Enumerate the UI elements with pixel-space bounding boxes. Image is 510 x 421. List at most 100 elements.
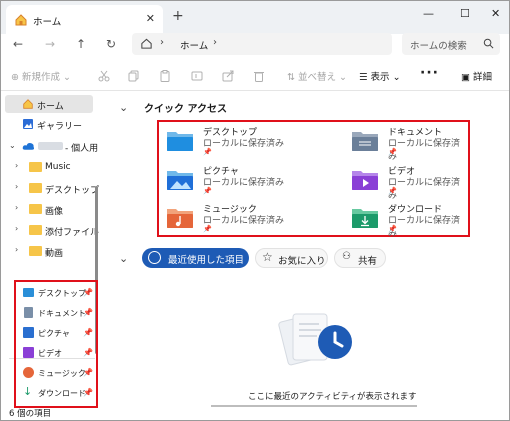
item-status: ローカルに保存済み: [203, 216, 285, 226]
maximize-button[interactable]: ☐: [460, 7, 470, 20]
folder-icon: [29, 204, 42, 214]
music-folder-icon: [167, 209, 193, 228]
chevron-right-icon[interactable]: ›: [160, 37, 164, 48]
desktop-folder-icon: [167, 132, 193, 151]
chevron-right-icon[interactable]: ›: [15, 182, 18, 191]
view-label: 表示: [370, 72, 390, 83]
file-explorer-window: ホーム ✕ + — ☐ ✕ ← → ↑ ↻ › ホーム › ホームの検索 ⊕ 新…: [0, 0, 510, 421]
sidebar-item-label: - 個人用: [65, 144, 99, 154]
chevron-right-icon[interactable]: ›: [15, 161, 18, 170]
address-row: ← → ↑ ↻ › ホーム › ホームの検索: [1, 33, 509, 55]
folder-icon: [29, 246, 42, 256]
details-label: 詳細: [473, 72, 493, 83]
chevron-down-icon[interactable]: ⌄: [119, 101, 128, 114]
chevron-right-icon[interactable]: ›: [213, 37, 217, 48]
delete-icon[interactable]: [252, 69, 266, 83]
quick-access-desktop[interactable]: デスクトップ ローカルに保存済み 📌: [166, 125, 316, 163]
back-arrow-icon[interactable]: ←: [13, 37, 23, 51]
more-options-button[interactable]: ···: [420, 65, 439, 81]
up-arrow-icon[interactable]: ↑: [76, 37, 86, 51]
clock-icon: [148, 251, 161, 264]
cut-icon[interactable]: [97, 69, 111, 83]
pin-icon: 📌: [388, 225, 397, 233]
sidebar-item-label: 画像: [45, 207, 64, 217]
pictures-folder-icon: [167, 171, 193, 190]
people-icon: ⚇: [342, 251, 351, 262]
forward-arrow-icon[interactable]: →: [45, 37, 55, 51]
item-status: ローカルに保存済み: [203, 178, 285, 188]
quick-access-pictures[interactable]: ピクチャ ローカルに保存済み 📌: [166, 164, 316, 202]
downloads-folder-icon: [352, 209, 378, 228]
sidebar-item-music[interactable]: › Music: [5, 158, 93, 176]
quick-access-videos[interactable]: ビデオ ローカルに保存済み 📌: [351, 164, 466, 202]
home-icon: [15, 14, 27, 26]
folder-icon: [29, 225, 42, 235]
tab-home[interactable]: ホーム ✕: [6, 5, 163, 34]
pin-icon: 📌: [388, 187, 397, 195]
cloud-icon: [22, 143, 35, 150]
item-status: ローカルに保存済み: [388, 178, 461, 201]
item-status: ローカルに保存済み: [203, 139, 285, 149]
sort-label: 並べ替え: [297, 72, 336, 83]
tab-recent[interactable]: 最近使用した項目: [142, 248, 249, 268]
sidebar-item-label: ギャラリー: [37, 122, 83, 132]
tab-favorites[interactable]: ☆ お気に入り: [255, 248, 328, 268]
share-icon[interactable]: [221, 69, 235, 83]
address-bar[interactable]: › ホーム ›: [132, 33, 392, 55]
highlight-box-sidebar: [14, 280, 98, 408]
new-tab-icon[interactable]: +: [172, 8, 184, 24]
sidebar-item-label: 動画: [45, 249, 64, 259]
pin-icon: 📌: [203, 148, 212, 156]
quick-access-music[interactable]: ミュージック ローカルに保存済み 📌: [166, 202, 316, 240]
pin-icon: 📌: [203, 225, 212, 233]
sidebar-item-onedrive[interactable]: ⌄ - 個人用: [5, 137, 99, 155]
sidebar-item-home[interactable]: ホーム: [5, 95, 93, 113]
sidebar-item-desktop[interactable]: › デスクトップ: [5, 179, 99, 197]
sidebar-item-label: ホーム: [37, 102, 64, 112]
home-outline-icon: [141, 38, 152, 49]
minimize-button[interactable]: —: [423, 7, 434, 20]
search-placeholder: ホームの検索: [410, 41, 467, 52]
item-status: ローカルに保存済み: [388, 216, 461, 239]
copy-icon[interactable]: [127, 69, 141, 83]
folder-icon: [29, 162, 42, 172]
refresh-icon[interactable]: ↻: [106, 37, 116, 51]
title-bar: ホーム ✕ + — ☐ ✕: [1, 1, 509, 34]
sidebar-item-videos[interactable]: › 動画: [5, 242, 93, 260]
view-button[interactable]: ☰ 表示 ⌄: [359, 69, 401, 83]
chevron-right-icon[interactable]: ›: [15, 203, 18, 212]
tab-shared-label: 共有: [358, 256, 378, 267]
new-button[interactable]: ⊕ 新規作成 ⌄: [11, 69, 71, 83]
status-item-count: 6 個の項目: [9, 409, 52, 419]
details-pane-button[interactable]: ▣ 詳細: [461, 69, 492, 83]
sort-button[interactable]: ⇅ 並べ替え ⌄: [287, 69, 347, 83]
quick-access-documents[interactable]: ドキュメント ローカルに保存済み 📌: [351, 125, 466, 163]
gallery-icon: [23, 119, 33, 129]
star-icon: ☆: [262, 250, 273, 264]
tab-recent-label: 最近使用した項目: [168, 255, 245, 266]
close-button[interactable]: ✕: [491, 7, 500, 20]
chevron-right-icon[interactable]: ›: [15, 224, 18, 233]
sidebar-item-label: 添付ファイル: [45, 228, 100, 238]
breadcrumb-home[interactable]: ホーム: [180, 38, 208, 52]
search-input[interactable]: ホームの検索: [402, 33, 500, 55]
sidebar-item-gallery[interactable]: ギャラリー: [5, 115, 93, 133]
sidebar-item-label: デスクトップ: [45, 186, 100, 196]
empty-state-message: ここに最近のアクティビティが表示されます: [248, 392, 417, 402]
section-title-quick-access: クイック アクセス: [144, 104, 227, 115]
tab-close-icon[interactable]: ✕: [146, 12, 155, 25]
tab-shared[interactable]: ⚇ 共有: [334, 248, 386, 268]
videos-folder-icon: [352, 171, 378, 190]
sidebar-item-attachments[interactable]: › 添付ファイル: [5, 221, 99, 239]
rename-icon[interactable]: [190, 69, 204, 83]
chevron-down-icon[interactable]: ⌄: [9, 141, 16, 150]
paste-icon[interactable]: [158, 69, 172, 83]
recent-activity-illustration: [278, 313, 352, 366]
horizontal-scrollbar[interactable]: [211, 405, 417, 407]
pin-icon: 📌: [203, 187, 212, 195]
new-label: 新規作成: [21, 72, 60, 83]
sidebar-item-pictures[interactable]: › 画像: [5, 200, 93, 218]
chevron-right-icon[interactable]: ›: [15, 245, 18, 254]
chevron-down-icon[interactable]: ⌄: [119, 252, 128, 265]
quick-access-downloads[interactable]: ダウンロード ローカルに保存済み 📌: [351, 202, 466, 240]
